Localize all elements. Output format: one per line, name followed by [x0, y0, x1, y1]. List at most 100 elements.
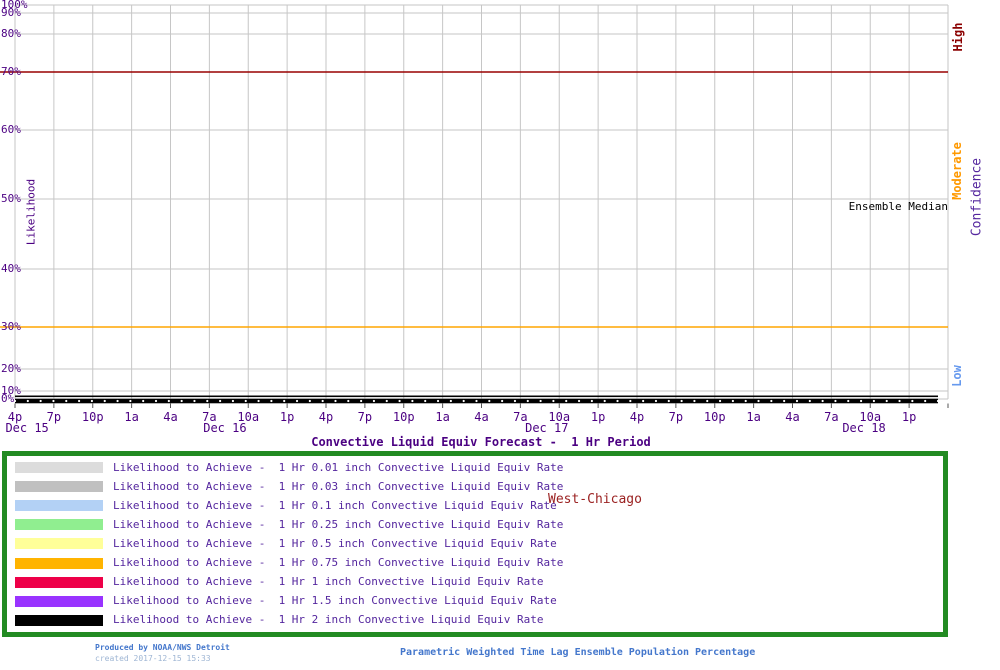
data-point-marker [283, 399, 286, 403]
data-point-marker [142, 399, 145, 403]
data-point-marker [603, 399, 606, 403]
data-point-marker [757, 399, 760, 403]
data-point-marker [565, 399, 568, 403]
legend-label: Likelihood to Achieve - 1 Hr 0.5 inch Co… [113, 536, 557, 550]
data-point-marker [885, 399, 888, 403]
legend-row: Likelihood to Achieve - 1 Hr 0.1 inch Co… [7, 496, 943, 515]
legend-row: Likelihood to Achieve - 1 Hr 1 inch Conv… [7, 573, 943, 592]
data-point-marker [244, 399, 247, 403]
data-point-marker [898, 399, 901, 403]
data-point-marker [308, 399, 311, 403]
x-axis-tick-label: 4a [785, 410, 800, 424]
data-point-marker [859, 399, 863, 403]
y-axis-tick-label: 70% [1, 65, 21, 79]
ensemble-median-line [15, 395, 938, 398]
legend-swatch [15, 538, 103, 550]
data-point-marker [270, 399, 273, 403]
legend-row: Likelihood to Achieve - 1 Hr 0.03 inch C… [7, 477, 943, 496]
data-point-marker [411, 399, 414, 403]
data-point-marker [629, 399, 632, 403]
data-point-marker [552, 399, 555, 403]
legend-row: Likelihood to Achieve - 1 Hr 0.01 inch C… [7, 458, 943, 477]
y-axis-tick-label: 90% [1, 5, 21, 19]
data-point-marker [295, 399, 299, 403]
legend-swatch [15, 614, 103, 626]
data-point-marker [526, 399, 529, 403]
legend-swatch [15, 462, 103, 474]
data-point-marker [372, 399, 376, 403]
data-point-marker [219, 399, 222, 403]
x-axis-tick-label: 1p [590, 410, 606, 424]
data-point-marker [90, 399, 94, 403]
data-point-marker [808, 399, 811, 403]
data-point-marker [129, 399, 132, 403]
data-point-marker [539, 399, 542, 403]
data-point-marker [924, 399, 927, 403]
data-point-marker [180, 399, 183, 403]
data-point-marker [193, 399, 196, 403]
x-axis-tick-label: 7p [668, 410, 684, 424]
x-axis-tick-label: 1a [435, 410, 450, 424]
data-point-marker [154, 399, 158, 403]
data-point-marker [501, 399, 504, 403]
x-axis-tick-label: 1p [279, 410, 295, 424]
x-axis-tick-label: 10p [703, 410, 726, 424]
legend-label: Likelihood to Achieve - 1 Hr 0.01 inch C… [113, 460, 564, 474]
data-point-marker [449, 399, 452, 403]
footer-produced-by: Produced by NOAA/NWS Detroit [95, 643, 230, 652]
legend-label: Likelihood to Achieve - 1 Hr 1.5 inch Co… [113, 594, 557, 608]
data-point-marker [706, 399, 709, 403]
legend-row: Likelihood to Achieve - 1 Hr 1.5 inch Co… [7, 592, 943, 611]
data-point-marker [398, 399, 401, 403]
legend-swatch [15, 519, 103, 531]
data-point-marker [642, 399, 645, 403]
confidence-axis-title: Confidence [969, 157, 985, 237]
footer-method-description: Parametric Weighted Time Lag Ensemble Po… [400, 647, 756, 658]
data-point-marker [488, 399, 491, 403]
data-point-marker [744, 399, 747, 403]
data-point-marker [911, 399, 914, 403]
y-axis-tick-label: 40% [1, 262, 21, 276]
legend-label: Likelihood to Achieve - 1 Hr 1 inch Conv… [113, 575, 544, 589]
y-axis-tick-label: 0% [1, 392, 15, 405]
x-axis-tick-label: 4p [318, 410, 334, 424]
legend-row: Likelihood to Achieve - 1 Hr 0.75 inch C… [7, 554, 943, 573]
data-point-marker [257, 399, 260, 403]
data-point-marker [347, 399, 350, 403]
x-axis-tick-label: 4a [163, 410, 178, 424]
data-point-marker [795, 399, 799, 403]
x-axis-tick-label: 4p [629, 410, 645, 424]
data-point-marker [834, 399, 837, 403]
data-point-marker [116, 399, 119, 403]
confidence-level-moderate: Moderate [950, 142, 964, 200]
data-point-marker [475, 399, 478, 403]
location-label: West-Chicago [548, 492, 642, 507]
data-point-marker [693, 399, 696, 403]
confidence-level-high: High [951, 22, 965, 52]
legend-row: Likelihood to Achieve - 1 Hr 2 inch Conv… [7, 611, 943, 630]
data-point-marker [360, 399, 363, 403]
data-point-marker [26, 399, 29, 403]
legend-label: Likelihood to Achieve - 1 Hr 0.1 inch Co… [113, 498, 557, 512]
confidence-level-low: Low [950, 365, 964, 387]
data-point-marker [77, 399, 81, 403]
chart-title: Convective Liquid Equiv Forecast - 1 Hr … [311, 435, 651, 449]
data-point-marker [936, 399, 940, 403]
x-axis-date-label: Dec 17 [525, 421, 569, 435]
data-point-marker [65, 399, 68, 403]
legend-swatch [15, 576, 103, 588]
legend-label: Likelihood to Achieve - 1 Hr 0.25 inch C… [113, 517, 564, 531]
legend-label: Likelihood to Achieve - 1 Hr 0.75 inch C… [113, 556, 564, 570]
legend-row: Likelihood to Achieve - 1 Hr 0.25 inch C… [7, 515, 943, 534]
forecast-chart-page: 100% 90% 80% 70% 60% 50% 40% 30% 20% 10% 0% 4p 7p 10… [0, 0, 1000, 670]
data-point-marker [462, 399, 465, 403]
data-point-marker [680, 399, 683, 403]
data-point-marker [667, 399, 670, 403]
data-point-marker [718, 399, 722, 403]
data-point-marker [577, 399, 581, 403]
y-axis-tick-label: 60% [1, 123, 21, 137]
data-point-marker [424, 399, 427, 403]
data-point-marker [52, 399, 55, 403]
chart-plot-area [0, 4, 949, 408]
y-axis-tick-label: 30% [1, 320, 21, 334]
